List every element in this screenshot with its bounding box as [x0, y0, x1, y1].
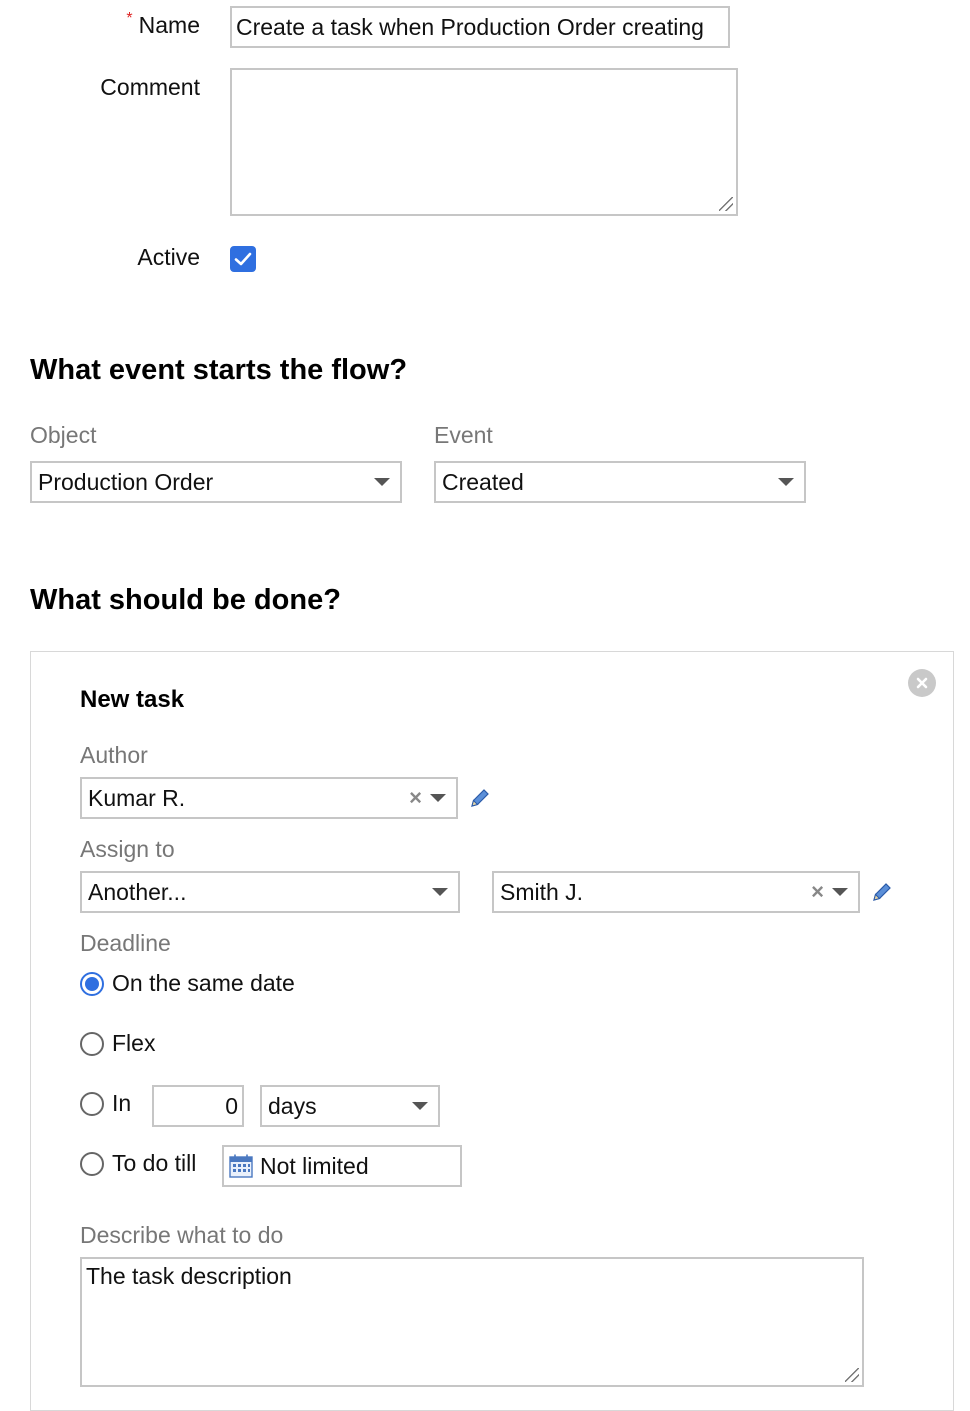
trigger-heading: What event starts the flow? — [30, 354, 408, 386]
chevron-down-icon — [412, 1102, 428, 1110]
name-input-value: Create a task when Production Order crea… — [236, 13, 704, 40]
task-title: New task — [80, 686, 185, 713]
close-circle-icon[interactable] — [908, 669, 936, 697]
resize-handle-icon[interactable] — [845, 1368, 859, 1382]
chevron-down-icon — [374, 478, 390, 486]
author-label: Author — [80, 742, 148, 768]
radio-unselected[interactable] — [80, 1031, 104, 1056]
deadline-option-till[interactable]: To do till — [80, 1150, 196, 1177]
check-icon — [234, 252, 252, 266]
deadline-label: Deadline — [80, 930, 171, 956]
required-asterisk: * — [126, 10, 133, 27]
author-select-value: Kumar R. — [88, 784, 186, 811]
object-select-value: Production Order — [38, 468, 214, 495]
till-date-value: Not limited — [260, 1152, 369, 1179]
flex-label: Flex — [112, 1030, 156, 1056]
chevron-down-icon — [832, 888, 848, 896]
chevron-down-icon — [778, 478, 794, 486]
assign-label: Assign to — [80, 836, 175, 862]
clear-x-icon[interactable]: × — [409, 785, 422, 811]
active-label: Active — [137, 244, 200, 270]
in-amount-value: 0 — [225, 1092, 238, 1119]
deadline-option-flex[interactable]: Flex — [80, 1030, 155, 1057]
assignee-value: Smith J. — [500, 878, 584, 905]
chevron-down-icon — [432, 888, 448, 896]
till-label: To do till — [112, 1150, 197, 1176]
close-x-icon — [916, 677, 928, 689]
in-unit-value: days — [268, 1092, 317, 1119]
author-select[interactable]: Kumar R. × — [80, 777, 458, 819]
describe-textarea[interactable]: The task description — [80, 1257, 864, 1387]
comment-textarea[interactable] — [230, 68, 738, 216]
comment-label: Comment — [100, 74, 200, 100]
object-select[interactable]: Production Order — [30, 461, 402, 503]
object-label: Object — [30, 422, 97, 448]
radio-unselected[interactable] — [80, 1091, 104, 1116]
pencil-icon[interactable] — [870, 880, 894, 904]
action-heading: What should be done? — [30, 584, 341, 616]
event-label: Event — [434, 422, 493, 448]
in-label: In — [112, 1090, 132, 1116]
radio-unselected[interactable] — [80, 1151, 104, 1176]
pencil-icon[interactable] — [468, 786, 492, 810]
chevron-down-icon — [430, 794, 446, 802]
assign-mode-select[interactable]: Another... — [80, 871, 460, 913]
clear-x-icon[interactable]: × — [811, 879, 824, 905]
describe-value: The task description — [86, 1263, 292, 1289]
calendar-icon[interactable] — [228, 1153, 254, 1179]
same-date-label: On the same date — [112, 970, 295, 996]
event-select-value: Created — [442, 468, 524, 495]
deadline-option-in[interactable]: In — [80, 1090, 131, 1117]
in-unit-select[interactable]: days — [260, 1085, 440, 1127]
till-date-input[interactable]: Not limited — [222, 1145, 462, 1187]
assignee-select[interactable]: Smith J. × — [492, 871, 860, 913]
assign-mode-value: Another... — [88, 878, 187, 905]
deadline-option-same-date[interactable]: On the same date — [80, 970, 295, 997]
event-select[interactable]: Created — [434, 461, 806, 503]
describe-label: Describe what to do — [80, 1222, 284, 1248]
active-checkbox[interactable] — [230, 246, 256, 272]
name-label: * Name — [126, 10, 200, 38]
resize-handle-icon[interactable] — [719, 197, 733, 211]
radio-selected[interactable] — [80, 971, 104, 996]
in-amount-input[interactable]: 0 — [152, 1085, 244, 1127]
name-input[interactable]: Create a task when Production Order crea… — [230, 6, 730, 48]
